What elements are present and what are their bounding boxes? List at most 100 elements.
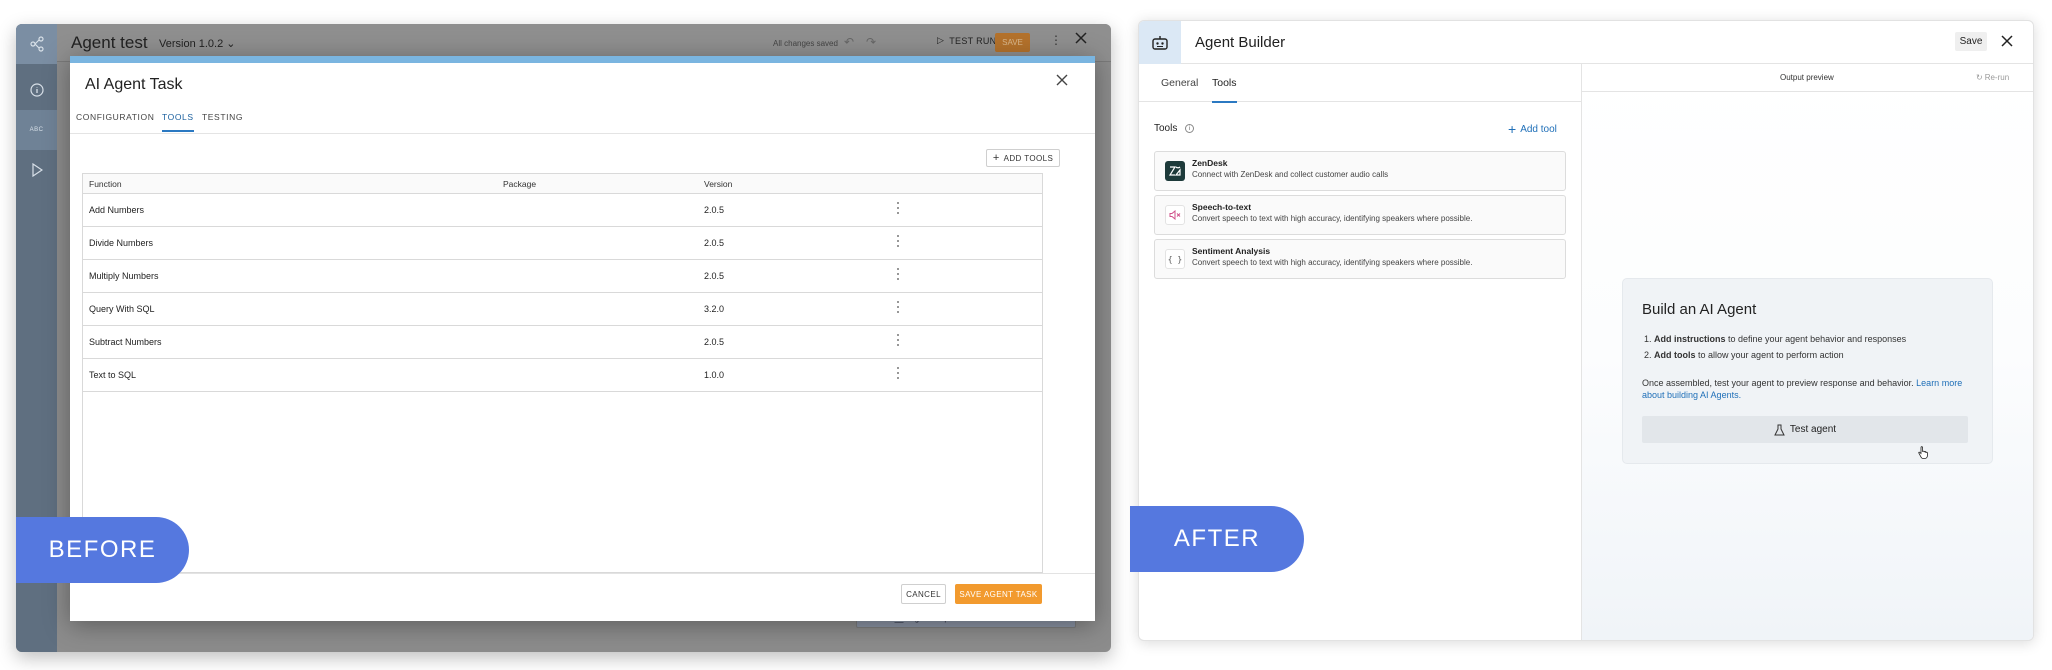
tool-card-zendesk[interactable]: ZenDesk Connect with ZenDesk and collect… [1154, 151, 1566, 191]
save-status: All changes saved [773, 39, 838, 48]
step-number: 1. [1644, 334, 1652, 344]
output-preview-header: Output preview ↻ Re-run [1582, 64, 2033, 92]
step-text: to allow your agent to perform action [1695, 350, 1844, 360]
table-row[interactable]: Subtract Numbers 2.0.5 [83, 326, 1042, 359]
add-tool-label: Add tool [1520, 123, 1557, 135]
zendesk-logo-icon [1165, 161, 1185, 181]
row-menu-icon[interactable] [897, 202, 900, 216]
tab-testing[interactable]: TESTING [202, 112, 243, 122]
speaker-icon [1165, 205, 1185, 225]
save-agent-task-button[interactable]: SAVE AGENT TASK [955, 584, 1042, 604]
tab-tools[interactable]: TOOLS [162, 112, 194, 132]
output-preview-title: Output preview [1780, 73, 1834, 82]
nav-play-icon[interactable] [16, 150, 57, 190]
plus-icon: + [992, 152, 1000, 164]
version-label: Version 1.0.2 [159, 38, 224, 50]
tool-description: Convert speech to text with high accurac… [1192, 214, 1473, 223]
test-run-label: TEST RUN [949, 35, 997, 46]
table-header: Function Package Version [83, 174, 1042, 194]
build-agent-card: Build an AI Agent 1. Add instructions to… [1622, 278, 1993, 464]
row-menu-icon[interactable] [897, 334, 900, 348]
version-cell: 2.0.5 [704, 337, 725, 347]
output-preview-pane: Output preview ↻ Re-run Build an AI Agent… [1582, 64, 2033, 640]
save-button[interactable]: SAVE [995, 33, 1030, 52]
function-cell: Subtract Numbers [89, 337, 162, 347]
nav-abc-icon[interactable]: ABC [16, 110, 57, 150]
tab-general[interactable]: General [1161, 77, 1198, 89]
step-number: 2. [1644, 350, 1652, 360]
version-cell: 2.0.5 [704, 238, 725, 248]
table-row[interactable]: Text to SQL 1.0.0 [83, 359, 1042, 392]
flask-icon [1774, 424, 1785, 436]
version-cell: 2.0.5 [704, 205, 725, 215]
card-title: Build an AI Agent [1642, 301, 1757, 318]
undo-icon[interactable]: ↶ [844, 35, 854, 49]
row-menu-icon[interactable] [897, 235, 900, 249]
table-row[interactable]: Query With SQL 3.2.0 [83, 293, 1042, 326]
nav-graph-icon[interactable] [16, 24, 57, 64]
column-version: Version [704, 179, 733, 189]
test-run-button[interactable]: ▷ TEST RUN [937, 35, 996, 46]
function-cell: Query With SQL [89, 304, 155, 314]
tool-name: Speech-to-text [1192, 202, 1252, 212]
hand-cursor-icon [1918, 446, 1928, 459]
function-cell: Text to SQL [89, 370, 137, 380]
close-editor-icon[interactable] [1074, 31, 1088, 45]
version-cell: 2.0.5 [704, 271, 725, 281]
version-dropdown[interactable]: Version 1.0.2 ⌄ [159, 37, 236, 50]
ai-agent-task-modal: AI Agent Task CONFIGURATION TOOLS TESTIN… [70, 56, 1095, 621]
add-tool-button[interactable]: + Add tool [1508, 121, 1557, 137]
chevron-down-icon: ⌄ [226, 38, 236, 50]
before-badge: BEFORE [16, 517, 189, 583]
add-tools-button[interactable]: + ADD TOOLS [986, 149, 1060, 167]
refresh-icon: ↻ [1976, 73, 1983, 82]
robot-icon [1139, 21, 1181, 64]
function-cell: Divide Numbers [89, 238, 154, 248]
tool-name: ZenDesk [1192, 158, 1228, 168]
version-cell: 1.0.0 [704, 370, 725, 380]
more-menu-icon[interactable]: ⋮ [1050, 33, 1062, 47]
close-icon[interactable] [2001, 35, 2013, 47]
cancel-button[interactable]: CANCEL [901, 584, 946, 604]
save-button[interactable]: Save [1955, 32, 1987, 51]
tool-card-sentiment-analysis[interactable]: { } Sentiment Analysis Convert speech to… [1154, 239, 1566, 279]
tab-tools[interactable]: Tools [1212, 77, 1237, 103]
table-row[interactable]: Add Numbers 2.0.5 [83, 194, 1042, 227]
row-menu-icon[interactable] [897, 367, 900, 381]
row-menu-icon[interactable] [897, 301, 900, 315]
add-tools-label: ADD TOOLS [1003, 153, 1054, 163]
row-menu-icon[interactable] [897, 268, 900, 282]
step-text: to define your agent behavior and respon… [1725, 334, 1907, 344]
column-package: Package [503, 179, 537, 189]
tools-table: Function Package Version Add Numbers 2.0.… [82, 173, 1043, 573]
flow-title: Agent test [71, 33, 148, 52]
test-agent-button[interactable]: Test agent [1642, 416, 1968, 443]
rerun-button[interactable]: ↻ Re-run [1976, 73, 2009, 82]
test-agent-label: Test agent [1789, 424, 1837, 435]
page-title: Agent Builder [1195, 34, 1286, 51]
info-icon[interactable]: i [1185, 124, 1194, 133]
plus-icon: + [1508, 121, 1517, 137]
tool-card-speech-to-text[interactable]: Speech-to-text Convert speech to text wi… [1154, 195, 1566, 235]
version-cell: 3.2.0 [704, 304, 725, 314]
table-row[interactable]: Multiply Numbers 2.0.5 [83, 260, 1042, 293]
nav-info-icon[interactable] [16, 70, 57, 110]
close-icon[interactable] [1055, 73, 1069, 87]
step-bold: Add instructions [1654, 334, 1726, 344]
play-icon: ▷ [937, 35, 945, 45]
agent-builder-header: Agent Builder Save [1139, 21, 2033, 64]
table-row[interactable]: Divide Numbers 2.0.5 [83, 227, 1042, 260]
step-2: 2. Add tools to allow your agent to perf… [1644, 350, 1844, 360]
tool-name: Sentiment Analysis [1192, 246, 1271, 256]
modal-tabs: CONFIGURATION TOOLS TESTING [70, 105, 1095, 134]
redo-icon[interactable]: ↷ [866, 35, 876, 49]
tool-description: Convert speech to text with high accurac… [1192, 258, 1473, 267]
modal-title: AI Agent Task [85, 76, 183, 93]
tab-configuration[interactable]: CONFIGURATION [76, 112, 154, 122]
rerun-label: Re-run [1984, 73, 2010, 82]
tool-description: Connect with ZenDesk and collect custome… [1192, 170, 1389, 179]
step-bold: Add tools [1654, 350, 1696, 360]
builder-tabs: General Tools [1139, 64, 1582, 103]
column-function: Function [89, 179, 122, 189]
curly-braces-icon: { } [1165, 249, 1185, 269]
